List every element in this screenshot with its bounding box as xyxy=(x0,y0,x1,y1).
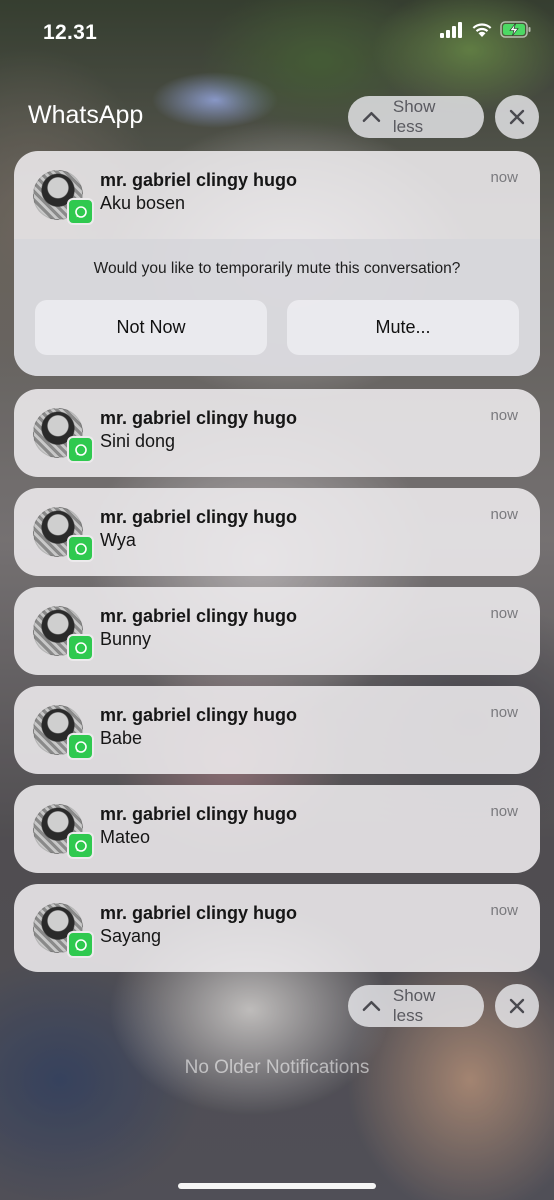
notification-sender: mr. gabriel clingy hugo xyxy=(100,903,298,923)
notification-card[interactable]: mr. gabriel clingy hugo Wya now xyxy=(14,488,540,576)
chevron-up-icon xyxy=(362,111,381,123)
notification-message: Babe xyxy=(100,728,143,748)
app-group-title: WhatsApp xyxy=(28,101,144,129)
notification-card[interactable]: mr. gabriel clingy hugo Mateo now xyxy=(14,785,540,873)
whatsapp-app-badge-icon xyxy=(67,198,94,225)
clear-group-button-bottom[interactable] xyxy=(495,984,539,1028)
wifi-icon xyxy=(472,22,492,37)
notification-message: Sini dong xyxy=(100,431,176,451)
notification-card[interactable]: mr. gabriel clingy hugo Babe now xyxy=(14,686,540,774)
show-less-button-bottom[interactable]: Show less xyxy=(348,985,484,1027)
whatsapp-app-badge-icon xyxy=(67,832,94,859)
notification-time: now xyxy=(490,803,518,820)
status-time: 12.31 xyxy=(43,21,98,44)
mute-button[interactable]: Mute... xyxy=(287,300,519,355)
notification-content: mr. gabriel clingy hugo Sini dong now xyxy=(14,389,540,477)
mute-prompt-section: Would you like to temporarily mute this … xyxy=(14,239,540,376)
notification-card[interactable]: mr. gabriel clingy hugo Bunny now xyxy=(14,587,540,675)
whatsapp-app-badge-icon xyxy=(67,931,94,958)
notification-card[interactable]: mr. gabriel clingy hugo Sayang now xyxy=(14,884,540,972)
whatsapp-app-badge-icon xyxy=(67,436,94,463)
notification-content: mr. gabriel clingy hugo Aku bosen now xyxy=(14,151,540,239)
notification-content: mr. gabriel clingy hugo Babe now xyxy=(14,686,540,774)
notification-content: mr. gabriel clingy hugo Wya now xyxy=(14,488,540,576)
no-older-notifications-label: No Older Notifications xyxy=(184,1057,370,1078)
clear-group-button[interactable] xyxy=(495,95,539,139)
notification-sender: mr. gabriel clingy hugo xyxy=(100,606,298,626)
show-less-button[interactable]: Show less xyxy=(348,96,484,138)
notification-sender: mr. gabriel clingy hugo xyxy=(100,408,298,428)
notification-time: now xyxy=(490,902,518,919)
chevron-up-icon xyxy=(362,1000,381,1012)
notification-sender: mr. gabriel clingy hugo xyxy=(100,170,298,190)
notification-content: mr. gabriel clingy hugo Mateo now xyxy=(14,785,540,873)
notification-sender: mr. gabriel clingy hugo xyxy=(100,705,298,725)
status-icons xyxy=(440,21,532,38)
notification-time: now xyxy=(490,605,518,622)
notification-time: now xyxy=(490,169,518,186)
notification-sender: mr. gabriel clingy hugo xyxy=(100,507,298,527)
notification-sender: mr. gabriel clingy hugo xyxy=(100,804,298,824)
notification-card[interactable]: mr. gabriel clingy hugo Sini dong now xyxy=(14,389,540,477)
status-bar: 12.31 xyxy=(0,0,554,64)
whatsapp-app-badge-icon xyxy=(67,634,94,661)
not-now-button[interactable]: Not Now xyxy=(35,300,267,355)
notification-message: Mateo xyxy=(100,827,151,847)
whatsapp-app-badge-icon xyxy=(67,733,94,760)
notification-time: now xyxy=(490,704,518,721)
expanded-notification-card[interactable]: mr. gabriel clingy hugo Aku bosen now Wo… xyxy=(14,151,540,376)
battery-charging-icon xyxy=(500,21,531,38)
show-less-label: Show less xyxy=(392,986,436,1025)
mute-prompt-text: Would you like to temporarily mute this … xyxy=(93,260,461,277)
close-icon xyxy=(509,998,525,1014)
cellular-signal-icon xyxy=(440,21,462,38)
notification-content: mr. gabriel clingy hugo Sayang now xyxy=(14,884,540,972)
close-icon xyxy=(509,109,525,125)
show-less-label: Show less xyxy=(392,97,436,136)
notification-message: Aku bosen xyxy=(100,193,186,213)
notification-message: Wya xyxy=(100,530,136,550)
notification-content: mr. gabriel clingy hugo Bunny now xyxy=(14,587,540,675)
notification-message: Bunny xyxy=(100,629,152,649)
notification-time: now xyxy=(490,506,518,523)
whatsapp-app-badge-icon xyxy=(67,535,94,562)
notification-message: Sayang xyxy=(100,926,162,946)
notification-time: now xyxy=(490,407,518,424)
home-indicator[interactable] xyxy=(178,1183,376,1189)
